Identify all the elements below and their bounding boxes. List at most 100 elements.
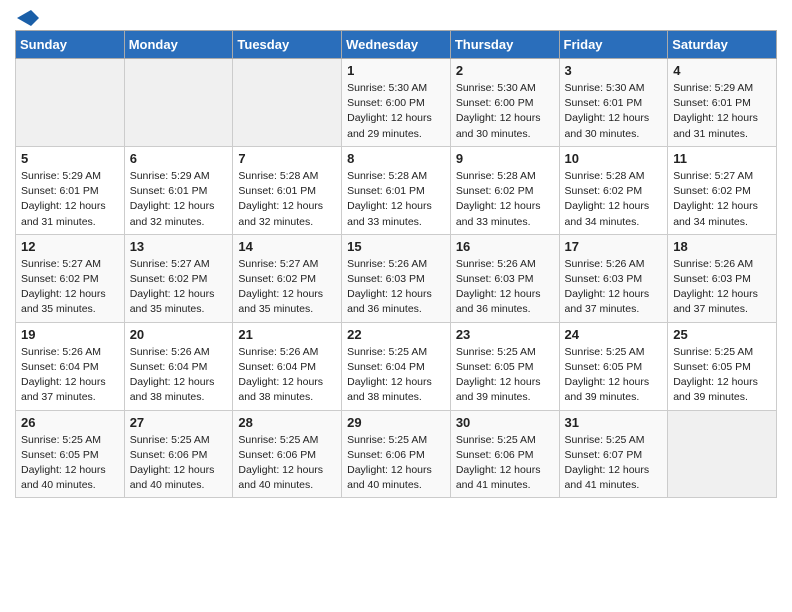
calendar-week-3: 12Sunrise: 5:27 AMSunset: 6:02 PMDayligh… xyxy=(16,234,777,322)
day-number: 28 xyxy=(238,415,336,430)
weekday-header-tuesday: Tuesday xyxy=(233,31,342,59)
calendar-cell: 29Sunrise: 5:25 AMSunset: 6:06 PMDayligh… xyxy=(342,410,451,498)
day-number: 3 xyxy=(565,63,663,78)
day-info: Sunrise: 5:30 AMSunset: 6:00 PMDaylight:… xyxy=(347,81,445,142)
day-info: Sunrise: 5:28 AMSunset: 6:01 PMDaylight:… xyxy=(347,169,445,230)
day-number: 8 xyxy=(347,151,445,166)
weekday-header-sunday: Sunday xyxy=(16,31,125,59)
calendar-week-4: 19 Sunrise: 5:26 AMSunset: 6:04 PMDayligh… xyxy=(16,322,777,410)
calendar-cell xyxy=(124,59,233,147)
calendar-cell: 31 Sunrise: 5:25 AMSunset: 6:07 PMDayligh… xyxy=(559,410,668,498)
day-info: Sunrise: 5:25 AMSunset: 6:05 PMDaylight:… xyxy=(565,345,663,406)
calendar-cell: 15 Sunrise: 5:26 AMSunset: 6:03 PMDayligh… xyxy=(342,234,451,322)
calendar-cell: 23 Sunrise: 5:25 AMSunset: 6:05 PMDayligh… xyxy=(450,322,559,410)
day-number: 10 xyxy=(565,151,663,166)
calendar-cell: 9Sunrise: 5:28 AMSunset: 6:02 PMDaylight… xyxy=(450,146,559,234)
calendar-cell: 21Sunrise: 5:26 AMSunset: 6:04 PMDayligh… xyxy=(233,322,342,410)
weekday-header-saturday: Saturday xyxy=(668,31,777,59)
day-number: 24 xyxy=(565,327,663,342)
calendar-cell: 24 Sunrise: 5:25 AMSunset: 6:05 PMDayligh… xyxy=(559,322,668,410)
day-info: Sunrise: 5:27 AMSunset: 6:02 PMDaylight:… xyxy=(21,257,119,318)
day-info: Sunrise: 5:28 AMSunset: 6:01 PMDaylight:… xyxy=(238,169,336,230)
day-info: Sunrise: 5:25 AMSunset: 6:04 PMDaylight:… xyxy=(347,345,445,406)
calendar-week-1: 1Sunrise: 5:30 AMSunset: 6:00 PMDaylight… xyxy=(16,59,777,147)
day-info: Sunrise: 5:25 AMSunset: 6:05 PMDaylight:… xyxy=(673,345,771,406)
day-number: 17 xyxy=(565,239,663,254)
day-info: Sunrise: 5:26 AMSunset: 6:03 PMDaylight:… xyxy=(673,257,771,318)
day-info: Sunrise: 5:25 AMSunset: 6:05 PMDaylight:… xyxy=(456,345,554,406)
day-number: 9 xyxy=(456,151,554,166)
day-number: 20 xyxy=(130,327,228,342)
calendar-cell: 1Sunrise: 5:30 AMSunset: 6:00 PMDaylight… xyxy=(342,59,451,147)
day-number: 19 xyxy=(21,327,119,342)
day-info: Sunrise: 5:26 AMSunset: 6:03 PMDaylight:… xyxy=(565,257,663,318)
calendar-cell: 4Sunrise: 5:29 AMSunset: 6:01 PMDaylight… xyxy=(668,59,777,147)
calendar-cell: 19 Sunrise: 5:26 AMSunset: 6:04 PMDayligh… xyxy=(16,322,125,410)
calendar-table: SundayMondayTuesdayWednesdayThursdayFrid… xyxy=(15,30,777,498)
weekday-header-friday: Friday xyxy=(559,31,668,59)
calendar-cell xyxy=(233,59,342,147)
calendar-cell: 18 Sunrise: 5:26 AMSunset: 6:03 PMDayligh… xyxy=(668,234,777,322)
calendar-cell: 26 Sunrise: 5:25 AMSunset: 6:05 PMDayligh… xyxy=(16,410,125,498)
day-number: 30 xyxy=(456,415,554,430)
calendar-cell: 8 Sunrise: 5:28 AMSunset: 6:01 PMDaylight… xyxy=(342,146,451,234)
day-number: 5 xyxy=(21,151,119,166)
day-info: Sunrise: 5:25 AMSunset: 6:06 PMDaylight:… xyxy=(347,433,445,494)
day-info: Sunrise: 5:29 AMSunset: 6:01 PMDaylight:… xyxy=(130,169,228,230)
day-number: 11 xyxy=(673,151,771,166)
day-number: 26 xyxy=(21,415,119,430)
day-info: Sunrise: 5:29 AMSunset: 6:01 PMDaylight:… xyxy=(673,81,771,142)
calendar-cell xyxy=(668,410,777,498)
day-number: 2 xyxy=(456,63,554,78)
day-number: 31 xyxy=(565,415,663,430)
day-number: 23 xyxy=(456,327,554,342)
calendar-cell: 20 Sunrise: 5:26 AMSunset: 6:04 PMDayligh… xyxy=(124,322,233,410)
calendar-week-5: 26 Sunrise: 5:25 AMSunset: 6:05 PMDayligh… xyxy=(16,410,777,498)
day-number: 22 xyxy=(347,327,445,342)
calendar-cell: 7 Sunrise: 5:28 AMSunset: 6:01 PMDaylight… xyxy=(233,146,342,234)
calendar-cell: 30 Sunrise: 5:25 AMSunset: 6:06 PMDayligh… xyxy=(450,410,559,498)
calendar-cell: 17 Sunrise: 5:26 AMSunset: 6:03 PMDayligh… xyxy=(559,234,668,322)
calendar-cell: 27 Sunrise: 5:25 AMSunset: 6:06 PMDayligh… xyxy=(124,410,233,498)
calendar-cell: 13 Sunrise: 5:27 AMSunset: 6:02 PMDayligh… xyxy=(124,234,233,322)
day-info: Sunrise: 5:25 AMSunset: 6:07 PMDaylight:… xyxy=(565,433,663,494)
calendar-cell: 10 Sunrise: 5:28 AMSunset: 6:02 PMDayligh… xyxy=(559,146,668,234)
calendar-container: SundayMondayTuesdayWednesdayThursdayFrid… xyxy=(0,0,792,508)
day-info: Sunrise: 5:25 AMSunset: 6:05 PMDaylight:… xyxy=(21,433,119,494)
day-number: 13 xyxy=(130,239,228,254)
day-info: Sunrise: 5:27 AMSunset: 6:02 PMDaylight:… xyxy=(130,257,228,318)
day-info: Sunrise: 5:28 AMSunset: 6:02 PMDaylight:… xyxy=(565,169,663,230)
day-number: 16 xyxy=(456,239,554,254)
header xyxy=(15,10,777,22)
day-info: Sunrise: 5:26 AMSunset: 6:04 PMDaylight:… xyxy=(21,345,119,406)
day-number: 6 xyxy=(130,151,228,166)
day-info: Sunrise: 5:26 AMSunset: 6:04 PMDaylight:… xyxy=(130,345,228,406)
calendar-cell: 6 Sunrise: 5:29 AMSunset: 6:01 PMDaylight… xyxy=(124,146,233,234)
day-number: 21 xyxy=(238,327,336,342)
day-number: 14 xyxy=(238,239,336,254)
day-info: Sunrise: 5:25 AMSunset: 6:06 PMDaylight:… xyxy=(130,433,228,494)
day-info: Sunrise: 5:29 AMSunset: 6:01 PMDaylight:… xyxy=(21,169,119,230)
day-info: Sunrise: 5:26 AMSunset: 6:03 PMDaylight:… xyxy=(347,257,445,318)
logo-bird-icon xyxy=(17,10,39,26)
calendar-cell: 11 Sunrise: 5:27 AMSunset: 6:02 PMDayligh… xyxy=(668,146,777,234)
calendar-cell: 5 Sunrise: 5:29 AMSunset: 6:01 PMDaylight… xyxy=(16,146,125,234)
weekday-header-row: SundayMondayTuesdayWednesdayThursdayFrid… xyxy=(16,31,777,59)
day-number: 7 xyxy=(238,151,336,166)
day-number: 15 xyxy=(347,239,445,254)
day-info: Sunrise: 5:27 AMSunset: 6:02 PMDaylight:… xyxy=(238,257,336,318)
calendar-cell: 22 Sunrise: 5:25 AMSunset: 6:04 PMDayligh… xyxy=(342,322,451,410)
day-info: Sunrise: 5:27 AMSunset: 6:02 PMDaylight:… xyxy=(673,169,771,230)
calendar-cell: 28Sunrise: 5:25 AMSunset: 6:06 PMDayligh… xyxy=(233,410,342,498)
day-info: Sunrise: 5:25 AMSunset: 6:06 PMDaylight:… xyxy=(456,433,554,494)
calendar-cell: 2Sunrise: 5:30 AMSunset: 6:00 PMDaylight… xyxy=(450,59,559,147)
day-number: 18 xyxy=(673,239,771,254)
calendar-cell: 14 Sunrise: 5:27 AMSunset: 6:02 PMDayligh… xyxy=(233,234,342,322)
calendar-cell: 16Sunrise: 5:26 AMSunset: 6:03 PMDayligh… xyxy=(450,234,559,322)
weekday-header-thursday: Thursday xyxy=(450,31,559,59)
calendar-week-2: 5 Sunrise: 5:29 AMSunset: 6:01 PMDaylight… xyxy=(16,146,777,234)
calendar-cell: 25Sunrise: 5:25 AMSunset: 6:05 PMDayligh… xyxy=(668,322,777,410)
logo xyxy=(15,10,39,22)
day-info: Sunrise: 5:30 AMSunset: 6:01 PMDaylight:… xyxy=(565,81,663,142)
day-number: 27 xyxy=(130,415,228,430)
